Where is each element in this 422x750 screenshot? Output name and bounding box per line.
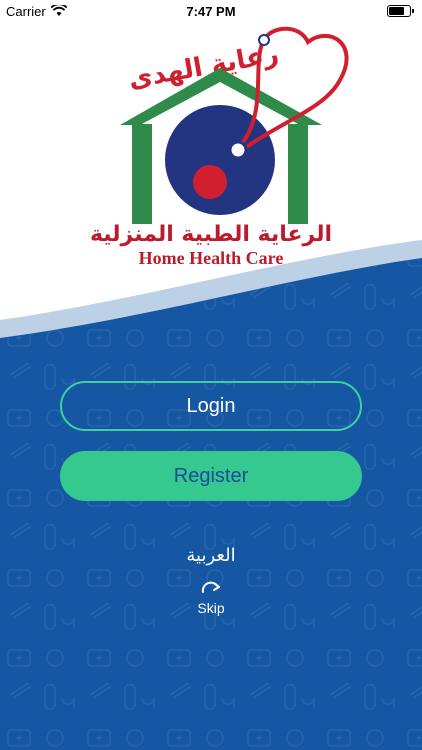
register-button-label: Register — [173, 464, 249, 487]
logo-arabic-text: الرعاية الطبية المنزلية — [89, 222, 333, 247]
status-time: 7:47 PM — [186, 3, 236, 19]
skip-button[interactable]: Skip — [0, 600, 422, 616]
logo-english-text: Home Health Care — [138, 248, 284, 268]
status-bar: Carrier 7:47 PM — [0, 0, 422, 22]
login-button[interactable]: Login — [60, 381, 362, 431]
login-button-label: Login — [186, 394, 236, 417]
register-button[interactable]: Register — [60, 451, 362, 501]
battery-level — [389, 7, 405, 15]
language-toggle-link[interactable]: العربية — [0, 545, 422, 566]
battery-body — [387, 5, 411, 17]
skip-arrow-icon[interactable] — [199, 580, 223, 594]
